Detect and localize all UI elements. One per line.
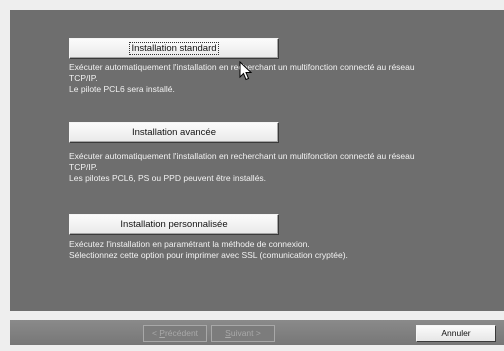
next-button[interactable]: Suivant > (211, 325, 275, 342)
custom-install-button[interactable]: Installation personnalisée (69, 214, 279, 235)
wizard-footer: < Précédent Suivant > Annuler (10, 320, 504, 345)
previous-button[interactable]: < Précédent (143, 325, 207, 342)
advanced-install-button[interactable]: Installation avancée (69, 122, 279, 143)
custom-install-button-label: Installation personnalisée (120, 219, 228, 230)
custom-install-description: Exécutez l'installation en paramétrant l… (69, 239, 348, 260)
cancel-button[interactable]: Annuler (416, 325, 496, 342)
advanced-install-description: Exécuter automatiquement l'installation … (69, 151, 415, 183)
wizard-content-panel: Installation standard Exécuter automatiq… (10, 10, 504, 311)
mouse-pointer-icon (239, 61, 253, 81)
advanced-install-button-label: Installation avancée (132, 127, 216, 138)
standard-install-button[interactable]: Installation standard (69, 38, 279, 59)
standard-install-description: Exécuter automatiquement l'installation … (69, 62, 415, 94)
standard-install-button-label: Installation standard (129, 42, 219, 55)
